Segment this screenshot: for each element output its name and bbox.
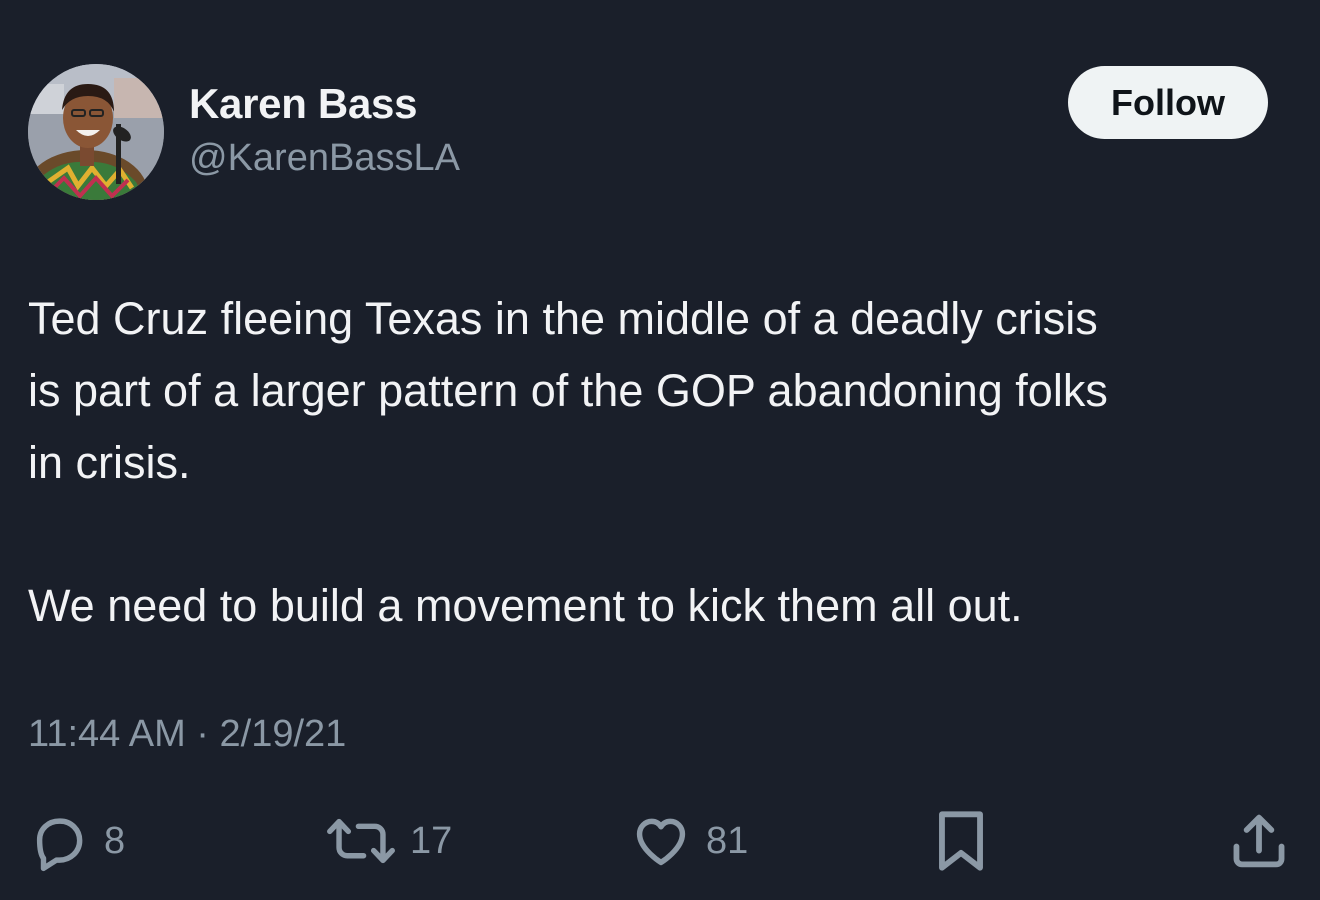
tweet-timestamp[interactable]: 11:44 AM · 2/19/21	[28, 713, 346, 756]
reply-count: 8	[104, 819, 126, 862]
tweet-line: We need to build a movement to kick them…	[28, 580, 1023, 631]
author-name[interactable]: Karen Bass	[189, 80, 417, 128]
share-icon	[1233, 814, 1285, 868]
author-avatar[interactable]	[28, 64, 164, 200]
tweet-text: Ted Cruz fleeing Texas in the middle of …	[28, 283, 1298, 642]
reply-icon	[36, 818, 83, 872]
bookmark-icon	[939, 811, 983, 871]
retweet-count: 17	[410, 819, 453, 862]
like-count: 81	[706, 819, 749, 862]
like-button[interactable]: 81	[630, 808, 748, 874]
bookmark-button[interactable]	[930, 808, 992, 874]
retweet-button[interactable]: 17	[326, 808, 452, 874]
share-button[interactable]	[1226, 808, 1292, 874]
author-handle[interactable]: @KarenBassLA	[189, 137, 460, 180]
reply-button[interactable]: 8	[28, 808, 125, 874]
heart-icon	[636, 818, 686, 866]
avatar-image	[28, 64, 164, 200]
tweet-line: Ted Cruz fleeing Texas in the middle of …	[28, 293, 1098, 344]
retweet-icon	[327, 818, 395, 864]
tweet-line: is part of a larger pattern of the GOP a…	[28, 365, 1108, 416]
follow-button[interactable]: Follow	[1068, 66, 1268, 139]
tweet-line: in crisis.	[28, 437, 191, 488]
tweet-card: Karen Bass @KarenBassLA Follow Ted Cruz …	[0, 0, 1320, 900]
